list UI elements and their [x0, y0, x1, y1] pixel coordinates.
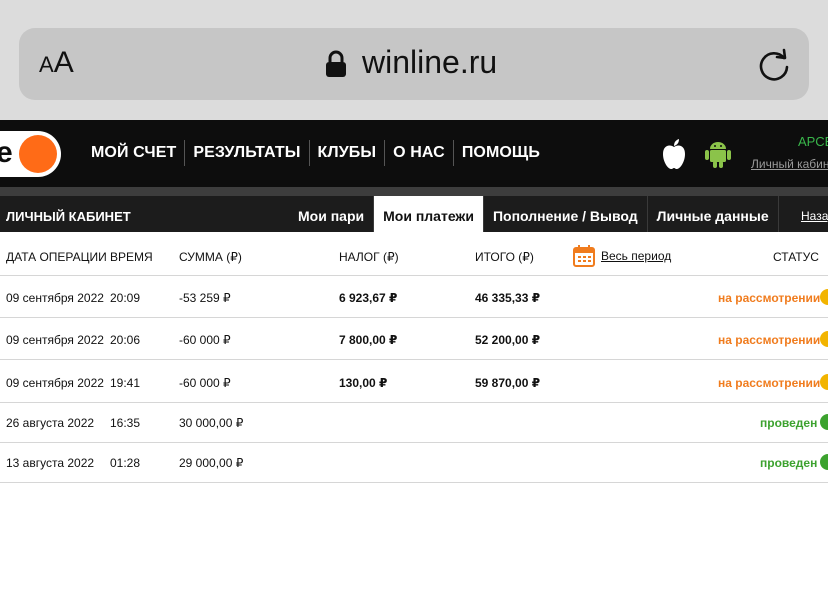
text-size-button[interactable]: AA: [39, 46, 74, 80]
row-time: 19:41: [110, 376, 141, 390]
row-date: 09 сентября 2022: [6, 291, 104, 305]
account-link[interactable]: Личный кабинет: [751, 157, 828, 171]
table-row: 09 сентября 2022 19:41 -60 000 ₽ 130,00 …: [0, 360, 828, 403]
tab-deposit-withdraw[interactable]: Пополнение / Вывод: [484, 196, 648, 232]
check-icon: [820, 414, 828, 430]
check-icon: [820, 454, 828, 470]
table-row: 13 августа 2022 01:28 29 000,00 ₽ провед…: [0, 443, 828, 483]
row-status: на рассмотрении: [718, 376, 821, 390]
url-text[interactable]: winline.ru: [362, 44, 497, 81]
header-date: ДАТА ОПЕРАЦИИ: [6, 250, 107, 264]
row-tax: 130,00 ₽: [339, 376, 388, 390]
main-menu: МОЙ СЧЕТ РЕЗУЛЬТАТЫ КЛУБЫ О НАС ПОМОЩЬ: [83, 140, 548, 166]
logo-letter: e: [0, 136, 13, 169]
menu-my-account[interactable]: МОЙ СЧЕТ: [83, 140, 186, 166]
header-time: ВРЕМЯ: [110, 250, 153, 264]
account-tabs: Мои пари Мои платежи Пополнение / Вывод …: [289, 196, 779, 232]
lock-icon: [326, 50, 346, 77]
header-sum: СУММА (₽): [179, 250, 242, 264]
row-status: на рассмотрении: [718, 333, 821, 347]
row-sum: -60 000 ₽: [179, 376, 231, 390]
table-row: 09 сентября 2022 20:06 -60 000 ₽ 7 800,0…: [0, 318, 828, 360]
row-sum: 30 000,00 ₽: [179, 416, 244, 430]
reload-icon[interactable]: [757, 48, 791, 82]
apple-icon[interactable]: [660, 138, 688, 170]
tab-my-payments[interactable]: Мои платежи: [374, 196, 484, 232]
top-navigation: e МОЙ СЧЕТ РЕЗУЛЬТАТЫ КЛУБЫ О НАС ПОМОЩЬ…: [0, 120, 828, 187]
row-time: 20:09: [110, 291, 141, 305]
calendar-icon[interactable]: [573, 245, 595, 267]
logo-dot: [19, 135, 57, 173]
account-subnav: ЛИЧНЫЙ КАБИНЕТ Мои пари Мои платежи Попо…: [0, 196, 828, 232]
table-row: 09 сентября 2022 20:09 -53 259 ₽ 6 923,6…: [0, 276, 828, 318]
row-date: 13 августа 2022: [6, 456, 95, 470]
row-status: на рассмотрении: [718, 291, 821, 305]
row-date: 09 сентября 2022: [6, 376, 104, 390]
account-title: ЛИЧНЫЙ КАБИНЕТ: [6, 209, 131, 224]
browser-address-area: AA winline.ru: [0, 0, 828, 120]
address-bar[interactable]: AA winline.ru: [19, 28, 809, 100]
row-time: 01:28: [110, 456, 141, 470]
row-sum: -60 000 ₽: [179, 333, 231, 347]
menu-clubs[interactable]: КЛУБЫ: [310, 140, 386, 166]
row-tax: 6 923,67 ₽: [339, 291, 398, 305]
account-name[interactable]: АРСЕ: [798, 134, 828, 149]
text-size-small-glyph: A: [39, 52, 54, 77]
row-time: 20:06: [110, 333, 141, 347]
row-total: 59 870,00 ₽: [475, 376, 541, 390]
row-total: 46 335,33 ₽: [475, 291, 541, 305]
row-status: проведен: [760, 456, 818, 470]
table-row: 26 августа 2022 16:35 30 000,00 ₽ провед…: [0, 403, 828, 443]
row-date: 26 августа 2022: [6, 416, 95, 430]
row-time: 16:35: [110, 416, 141, 430]
row-date: 09 сентября 2022: [6, 333, 104, 347]
pending-icon: [820, 374, 828, 390]
site-logo[interactable]: e: [0, 131, 61, 177]
row-tax: 7 800,00 ₽: [339, 333, 398, 347]
row-status: проведен: [760, 416, 818, 430]
row-total: 52 200,00 ₽: [475, 333, 541, 347]
row-sum: -53 259 ₽: [179, 291, 231, 305]
text-size-big-glyph: A: [53, 46, 74, 79]
pending-icon: [820, 331, 828, 347]
android-icon[interactable]: [704, 138, 732, 170]
tab-personal-data[interactable]: Личные данные: [648, 196, 779, 232]
period-filter[interactable]: Весь период: [601, 249, 671, 263]
header-status: СТАТУС: [773, 250, 819, 264]
table-header: ДАТА ОПЕРАЦИИ ВРЕМЯ СУММА (₽) НАЛОГ (₽) …: [0, 232, 828, 276]
back-link[interactable]: Назад: [801, 209, 828, 223]
row-sum: 29 000,00 ₽: [179, 456, 244, 470]
tab-my-bets[interactable]: Мои пари: [289, 196, 375, 232]
menu-results[interactable]: РЕЗУЛЬТАТЫ: [185, 140, 310, 166]
pending-icon: [820, 289, 828, 305]
menu-about[interactable]: О НАС: [385, 140, 454, 166]
menu-help[interactable]: ПОМОЩЬ: [454, 140, 548, 166]
header-tax: НАЛОГ (₽): [339, 250, 399, 264]
header-total: ИТОГО (₽): [475, 250, 534, 264]
nav-separator: [0, 187, 828, 196]
